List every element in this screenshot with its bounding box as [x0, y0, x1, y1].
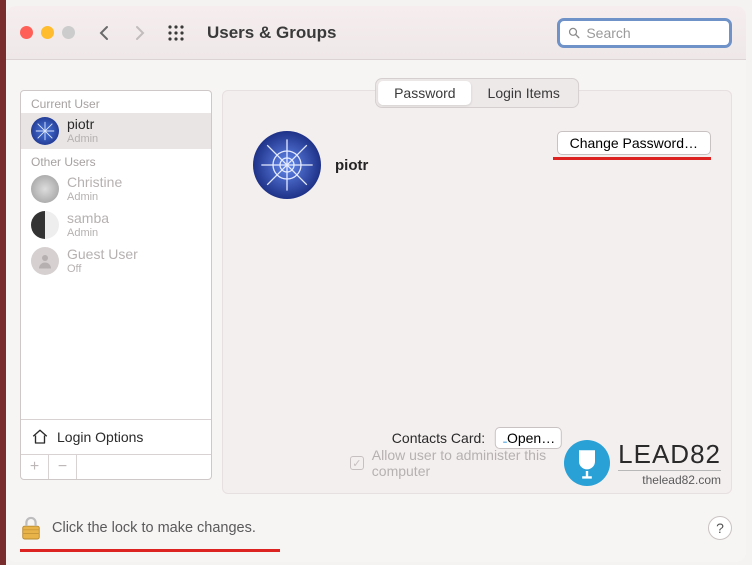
user-row-samba[interactable]: samba Admin: [21, 207, 211, 243]
change-password-button[interactable]: Change Password…: [557, 131, 711, 155]
home-icon: [31, 428, 49, 446]
watermark: LEAD82 thelead82.com: [564, 439, 721, 487]
search-field[interactable]: [557, 18, 732, 48]
contacts-card-row: Contacts Card: Open…: [392, 427, 562, 449]
avatar: [31, 175, 59, 203]
window-controls: [20, 26, 75, 39]
watermark-site: thelead82.com: [618, 470, 721, 487]
user-role: Admin: [67, 227, 109, 239]
user-detail-panel: Password Login Items piotr Change Passwo…: [222, 90, 732, 494]
watermark-brand: LEAD82: [618, 439, 721, 470]
annotation-underline: [20, 549, 280, 552]
user-role: Off: [67, 263, 138, 275]
toolbar: Users & Groups: [6, 6, 746, 60]
contacts-card-label: Contacts Card:: [392, 430, 485, 446]
user-display-name: piotr: [335, 157, 368, 174]
help-button[interactable]: ?: [708, 516, 732, 540]
user-row-piotr[interactable]: piotr Admin: [21, 113, 211, 149]
tab-bar: Password Login Items: [375, 78, 579, 108]
forward-button[interactable]: [127, 20, 153, 46]
user-avatar-large[interactable]: [253, 131, 321, 199]
user-name: Guest User: [67, 247, 138, 262]
add-remove-bar: + −: [21, 454, 211, 479]
search-icon: [568, 26, 580, 40]
user-name: Christine: [67, 175, 122, 190]
user-row-guest[interactable]: Guest User Off: [21, 243, 211, 279]
show-all-icon[interactable]: [163, 20, 189, 46]
user-name: piotr: [67, 117, 98, 132]
footer: Click the lock to make changes. ?: [20, 508, 732, 548]
user-row-christine[interactable]: Christine Admin: [21, 171, 211, 207]
remove-user-button[interactable]: −: [49, 455, 77, 479]
zoom-window-button[interactable]: [62, 26, 75, 39]
preferences-window: Users & Groups Current User piotr Admin …: [6, 6, 746, 562]
user-name: samba: [67, 211, 109, 226]
current-user-section: Current User: [21, 91, 211, 113]
back-button[interactable]: [91, 20, 117, 46]
avatar: [31, 117, 59, 145]
avatar: [31, 211, 59, 239]
user-role: Admin: [67, 191, 122, 203]
annotation-underline: [553, 157, 711, 160]
minimize-window-button[interactable]: [41, 26, 54, 39]
window-title: Users & Groups: [207, 23, 336, 43]
login-options-label: Login Options: [57, 429, 143, 445]
tab-password[interactable]: Password: [378, 81, 471, 105]
other-users-section: Other Users: [21, 149, 211, 171]
avatar: [31, 247, 59, 275]
login-options[interactable]: Login Options: [21, 419, 211, 454]
user-role: Admin: [67, 133, 98, 145]
tab-login-items[interactable]: Login Items: [472, 81, 576, 105]
lock-icon[interactable]: [20, 515, 42, 541]
user-list: Current User piotr Admin Other Users Chr…: [20, 90, 212, 480]
watermark-badge-icon: [564, 440, 610, 486]
search-input[interactable]: [586, 25, 721, 41]
close-window-button[interactable]: [20, 26, 33, 39]
add-user-button[interactable]: +: [21, 455, 49, 479]
open-contacts-button[interactable]: Open…: [495, 427, 562, 449]
lock-hint-text: Click the lock to make changes.: [52, 520, 256, 536]
admin-checkbox[interactable]: ✓: [350, 456, 364, 470]
